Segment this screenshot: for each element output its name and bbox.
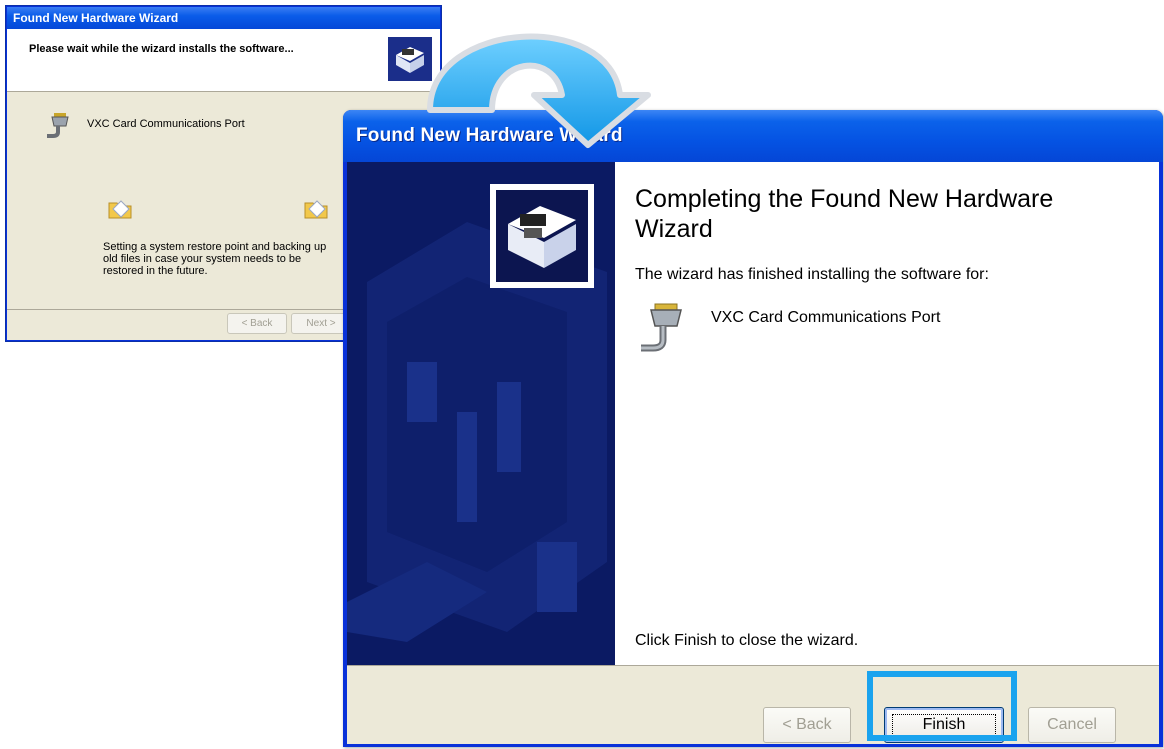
- small-wizard-title: Found New Hardware Wizard: [13, 11, 179, 25]
- big-wizard-body: Completing the Found New Hardware Wizard…: [347, 162, 1159, 744]
- small-back-button[interactable]: < Back: [227, 313, 287, 334]
- wizard-side-banner: [347, 162, 615, 665]
- small-device-label: VXC Card Communications Port: [87, 118, 245, 130]
- serial-port-icon: [45, 112, 71, 147]
- folder-icon: [107, 197, 133, 226]
- small-wizard-title-bar[interactable]: Found New Hardware Wizard: [7, 7, 440, 29]
- small-wizard-header: Please wait while the wizard installs th…: [7, 29, 440, 92]
- big-wizard-window: Found New Hardware Wizard Completing the…: [343, 110, 1163, 747]
- cancel-button[interactable]: Cancel: [1028, 707, 1116, 743]
- small-wizard-header-text: Please wait while the wizard installs th…: [29, 43, 294, 55]
- wizard-content-area: Completing the Found New Hardware Wizard…: [615, 162, 1159, 665]
- small-status-text: Setting a system restore point and backi…: [103, 241, 327, 277]
- wizard-description: The wizard has finished installing the s…: [635, 266, 989, 283]
- serial-port-icon: [637, 302, 687, 367]
- closing-instruction: Click Finish to close the wizard.: [635, 632, 859, 649]
- finish-highlight-box: [867, 671, 1017, 741]
- wizard-heading: Completing the Found New Hardware Wizard: [635, 185, 1054, 243]
- hardware-box-icon: [490, 184, 594, 288]
- small-next-button[interactable]: Next >: [291, 313, 351, 334]
- wizard-button-bar: < Back Finish Cancel: [347, 665, 1159, 744]
- device-label: VXC Card Communications Port: [711, 309, 941, 326]
- folder-icon: [303, 197, 329, 226]
- back-button[interactable]: < Back: [763, 707, 851, 743]
- transition-arrow-icon: [427, 33, 651, 148]
